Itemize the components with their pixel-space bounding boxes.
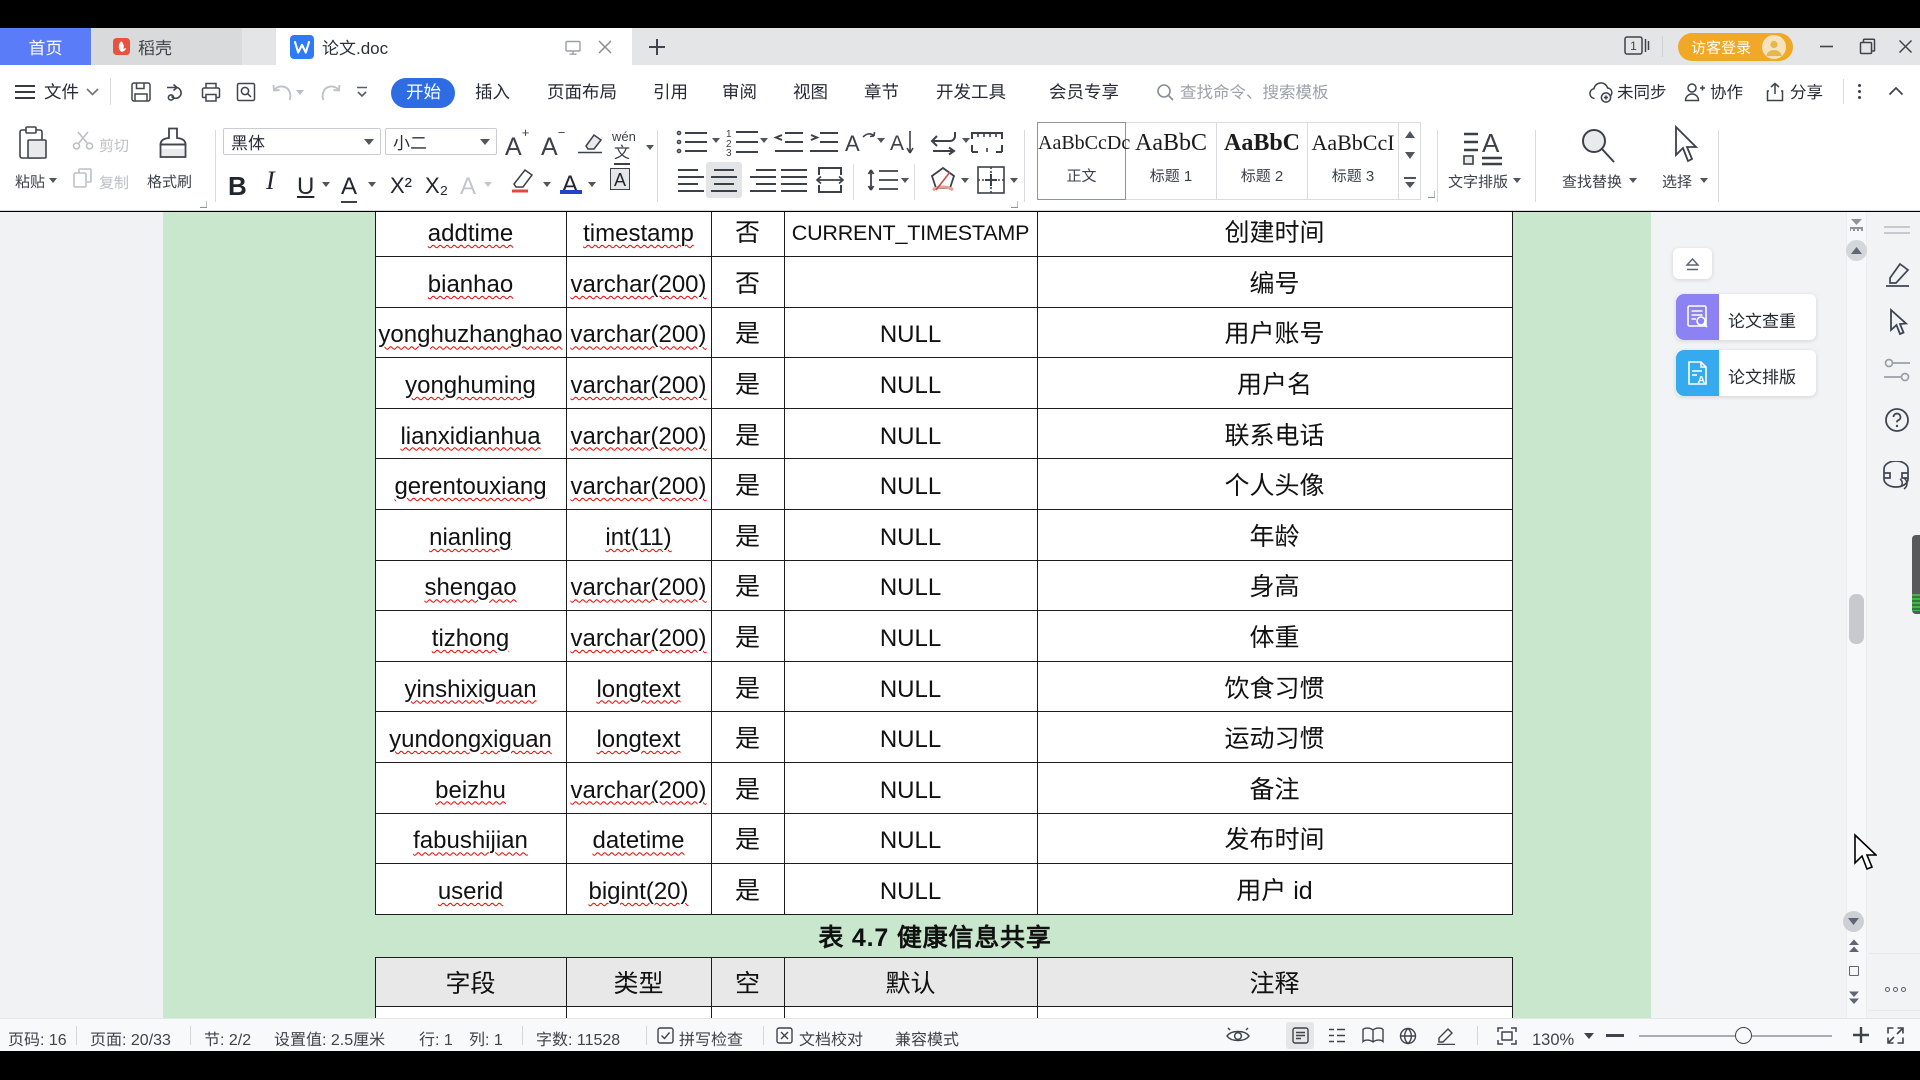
svg-text:A: A [890,129,904,155]
svg-text:A: A [845,129,860,155]
svg-text:A: A [1698,372,1706,385]
svg-text:3: 3 [726,144,732,156]
svg-text:A: A [1482,128,1500,160]
svg-text:1: 1 [1630,37,1637,54]
